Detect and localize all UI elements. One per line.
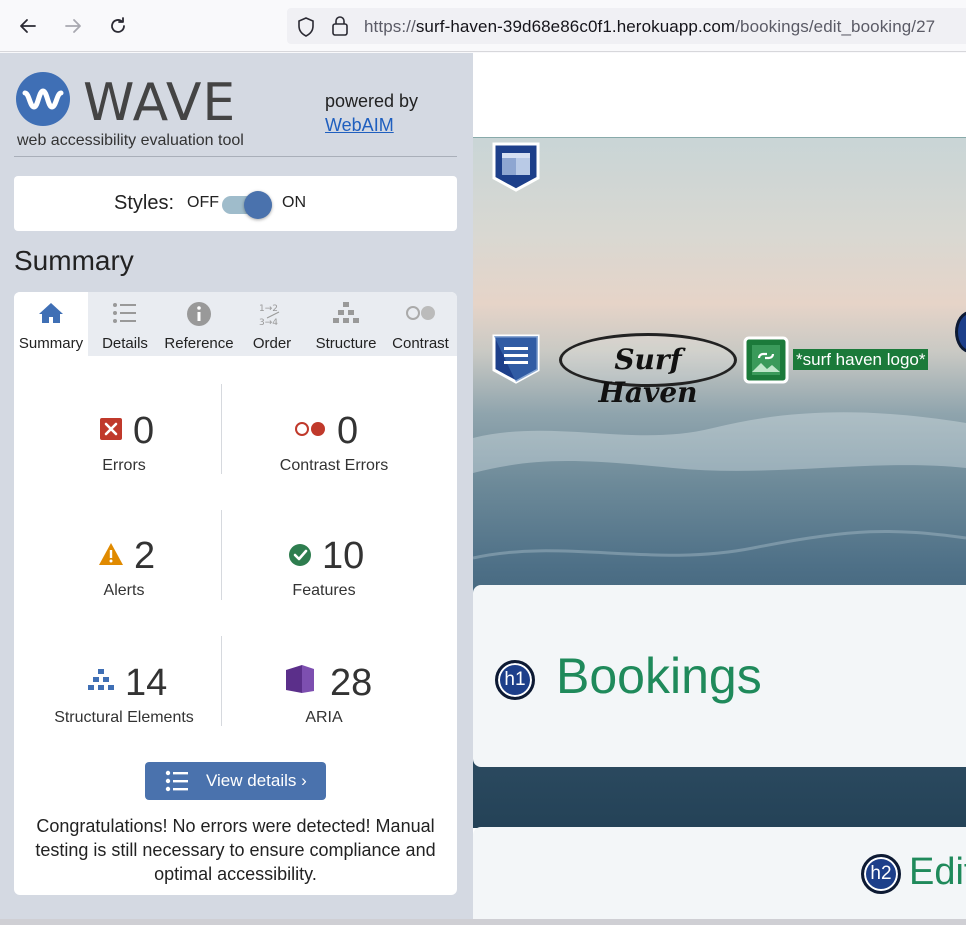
edit-card: h2 Edit — [473, 827, 966, 925]
list-icon — [165, 770, 189, 797]
view-details-label: View details › — [206, 771, 307, 790]
nav-icon[interactable] — [491, 333, 541, 390]
wave-logo-icon — [15, 71, 71, 132]
forward-arrow-icon[interactable] — [59, 12, 87, 40]
toggle-knob[interactable] — [244, 191, 272, 219]
tab-label: Summary — [18, 335, 84, 352]
contrast-error-icon — [294, 420, 328, 443]
svg-text:1→2: 1→2 — [259, 304, 278, 314]
h2-badge-icon[interactable]: h2 — [861, 854, 901, 894]
divider — [14, 156, 457, 157]
h1-badge-icon[interactable]: h1 — [495, 660, 535, 700]
powered-by: powered by WebAIM — [325, 89, 418, 137]
wave-subtitle: web accessibility evaluation tool — [17, 132, 244, 149]
tab-label: Reference — [164, 335, 234, 352]
congrats-message: Congratulations! No errors were detected… — [35, 816, 436, 884]
errors-label: Errors — [102, 457, 146, 474]
logo-text: Surf Haven — [598, 343, 698, 409]
styles-toggle-box: Styles: OFF ON — [14, 176, 457, 231]
edit-heading: Edit — [909, 851, 966, 893]
structure-element-icon — [87, 668, 115, 697]
tab-order[interactable]: 1→2 3→4 Order — [236, 292, 308, 356]
structural-label: Structural Elements — [54, 709, 194, 726]
summary-panel: Summary Details Reference 1→23→4 Order — [14, 292, 457, 895]
svg-text:3→4: 3→4 — [259, 318, 278, 327]
aria-icon — [284, 664, 316, 699]
page-preview: Surf Haven *surf haven logo* h1 Bookings… — [473, 53, 966, 925]
url-text[interactable]: https://surf-haven-39d68e86c0f1.herokuap… — [364, 17, 935, 37]
shield-icon[interactable] — [297, 17, 315, 42]
back-arrow-icon[interactable] — [14, 12, 42, 40]
feature-icon — [289, 544, 311, 571]
wave-brand: WAVE — [83, 73, 237, 133]
tab-label: Order — [252, 335, 292, 352]
alert-icon — [98, 542, 124, 571]
contrast-icon — [404, 301, 438, 329]
list-icon — [112, 301, 138, 329]
info-icon — [186, 301, 212, 331]
order-icon: 1→2 3→4 — [259, 301, 285, 331]
summary-heading: Summary — [14, 245, 134, 276]
features-label: Features — [292, 582, 356, 599]
reload-icon[interactable] — [104, 12, 132, 40]
wave-sidebar: WAVE web accessibility evaluation tool p… — [0, 53, 473, 925]
tab-details[interactable]: Details — [88, 292, 162, 356]
toggle-off-label: OFF — [187, 194, 219, 211]
toggle-on-label: ON — [282, 194, 306, 211]
features-count[interactable]: 10 — [322, 535, 364, 578]
browser-toolbar: https://surf-haven-39d68e86c0f1.herokuap… — [0, 0, 966, 52]
aria-label: ARIA — [305, 709, 343, 726]
tab-summary[interactable]: Summary — [14, 292, 88, 356]
tab-contrast[interactable]: Contrast — [384, 292, 457, 356]
tab-reference[interactable]: Reference — [162, 292, 236, 356]
linked-image-icon[interactable] — [743, 336, 789, 389]
url-prefix: https:// — [364, 17, 416, 36]
alerts-count[interactable]: 2 — [134, 535, 155, 578]
tab-label: Structure — [315, 335, 377, 352]
tab-label: Contrast — [392, 335, 449, 352]
tab-structure[interactable]: Structure — [308, 292, 384, 356]
alerts-label: Alerts — [103, 582, 145, 599]
url-path: /bookings/edit_booking/27 — [735, 17, 936, 36]
webaim-link[interactable]: WebAIM — [325, 115, 394, 135]
contrast-errors-label: Contrast Errors — [279, 457, 389, 474]
url-bar[interactable]: https://surf-haven-39d68e86c0f1.herokuap… — [287, 8, 966, 44]
aria-count[interactable]: 28 — [330, 662, 372, 705]
home-icon — [38, 301, 64, 329]
error-icon — [100, 418, 122, 445]
errors-count[interactable]: 0 — [133, 410, 154, 453]
lock-icon[interactable] — [331, 16, 349, 41]
bookings-heading: Bookings — [556, 648, 762, 704]
surf-haven-logo[interactable]: Surf Haven — [559, 333, 737, 409]
contrast-errors-count[interactable]: 0 — [337, 410, 358, 453]
region-icon[interactable] — [491, 141, 541, 198]
styles-label: Styles: — [114, 192, 175, 214]
structural-count[interactable]: 14 — [125, 662, 167, 705]
bookings-card: h1 Bookings — [473, 585, 966, 767]
tab-bar: Summary Details Reference 1→23→4 Order — [14, 292, 457, 356]
structure-icon — [332, 301, 360, 329]
horizontal-scrollbar[interactable] — [0, 919, 966, 925]
powered-by-text: powered by — [325, 91, 419, 111]
view-details-button[interactable]: View details › — [145, 762, 326, 800]
alt-text-tag: *surf haven logo* — [793, 349, 929, 370]
url-host: surf-haven-39d68e86c0f1.herokuapp.com — [415, 17, 736, 36]
tab-label: Details — [102, 335, 148, 352]
